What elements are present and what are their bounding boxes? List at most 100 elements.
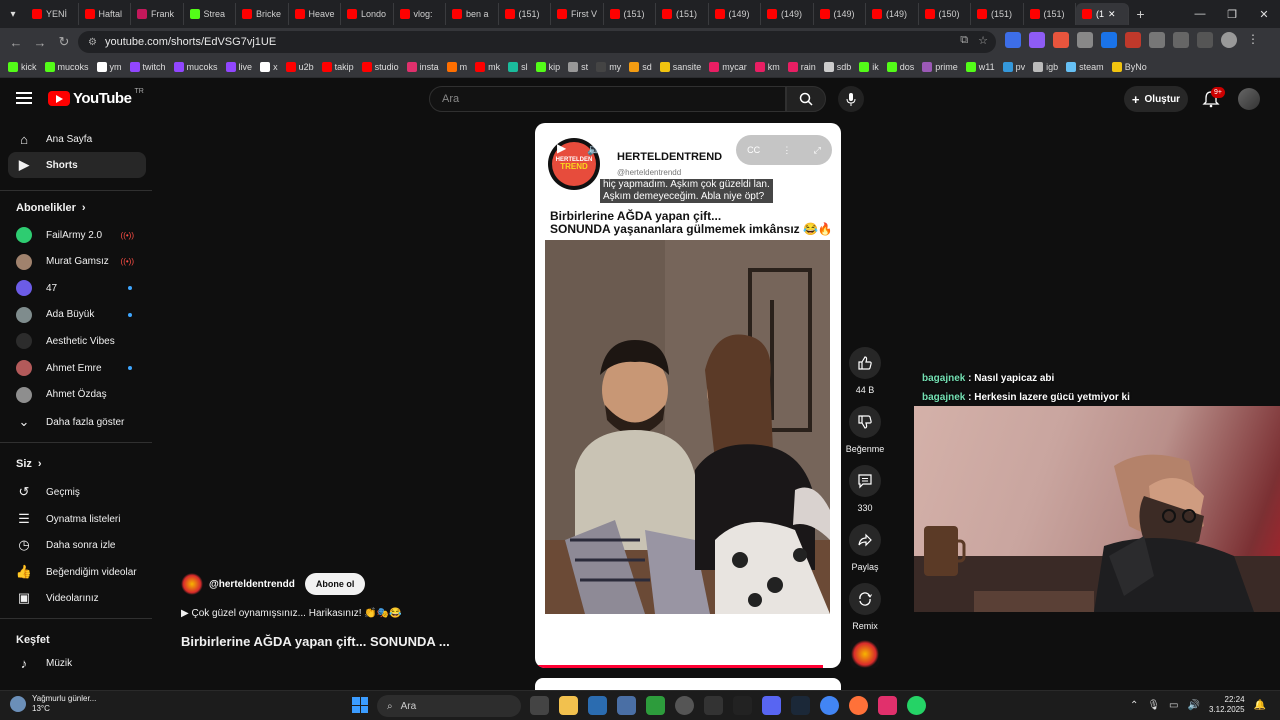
site-info-icon[interactable]: ⚙	[88, 37, 97, 48]
browser-tab[interactable]: (1 ✕	[1076, 3, 1129, 25]
tab-search-button[interactable]: ▾	[0, 0, 26, 28]
bookmark-item[interactable]: insta	[406, 61, 439, 72]
dislike-button[interactable]	[849, 406, 881, 438]
browser-tab[interactable]: (151)	[971, 3, 1024, 25]
bookmark-item[interactable]: rain	[787, 61, 816, 72]
sidebar-item-subscription[interactable]: Ada Büyük	[8, 302, 146, 328]
browser-tab[interactable]: (149)	[709, 3, 761, 25]
bookmark-item[interactable]: ByNo	[1111, 61, 1147, 72]
comments-button[interactable]	[849, 465, 881, 497]
minimize-button[interactable]: —	[1184, 0, 1216, 28]
bookmark-item[interactable]: x	[260, 61, 278, 72]
subscribe-button[interactable]: Abone ol	[304, 573, 366, 595]
forward-button[interactable]: →	[28, 30, 52, 54]
remix-button[interactable]	[849, 583, 881, 615]
short-title[interactable]: Birbirlerine AĞDA yapan çift... SONUNDA …	[181, 634, 450, 649]
fullscreen-icon[interactable]: ⤢	[814, 145, 821, 156]
browser-tab[interactable]: Heave	[289, 3, 341, 25]
like-button[interactable]	[849, 347, 881, 379]
settings-icon[interactable]	[617, 696, 636, 715]
volume-icon[interactable]: 🔊	[1188, 700, 1200, 711]
sidebar-item-subscription[interactable]: Murat Gamsız ((•))	[8, 249, 146, 275]
extension-icon[interactable]	[1005, 32, 1021, 48]
audio-source-thumbnail[interactable]	[851, 640, 879, 668]
chevron-up-icon[interactable]: ⌃	[1130, 700, 1138, 711]
notification-center-icon[interactable]: 🔔	[1254, 700, 1266, 711]
file-explorer-icon[interactable]	[559, 696, 578, 715]
reload-button[interactable]: ↻	[52, 30, 76, 54]
channel-handle[interactable]: @herteldentrendd	[209, 579, 295, 590]
sidebar-item-watch-later[interactable]: ◷ Daha sonra izle	[8, 532, 146, 558]
browser-tab[interactable]: Bricke	[236, 3, 289, 25]
windows-start-icon[interactable]	[352, 697, 368, 713]
extensions-puzzle-icon[interactable]	[1173, 32, 1189, 48]
bookmark-item[interactable]: kip	[535, 61, 560, 72]
bookmark-item[interactable]: mucoks	[44, 61, 89, 72]
shorts-player[interactable]: HERTELDEN TREND ▶ 🔈 HERTELDENTREND @hert…	[535, 123, 841, 668]
play-icon[interactable]: ▶	[557, 141, 566, 155]
sidebar-item-subscription[interactable]: Ahmet Emre	[8, 355, 146, 381]
sidebar-item-shorts[interactable]: ▶ Shorts	[8, 152, 146, 178]
short-description[interactable]: ▶ Çok güzel oynamışsınız... Harikasınız!…	[181, 608, 402, 619]
bookmark-star-icon[interactable]: ☆	[978, 34, 988, 47]
browser-tab[interactable]: Strea	[184, 3, 236, 25]
instagram-icon[interactable]	[878, 696, 897, 715]
browser-tab[interactable]: (151)	[604, 3, 656, 25]
sidebar-item-your-videos[interactable]: ▣ Videolarınız	[8, 585, 146, 611]
extension-icon[interactable]	[1077, 32, 1093, 48]
install-app-icon[interactable]: ⧉	[960, 34, 968, 47]
browser-tab[interactable]: (149)	[761, 3, 814, 25]
sidebar-item-subscription[interactable]: Ahmet Özdaş	[8, 382, 146, 408]
more-options-icon[interactable]: ⋮	[782, 145, 791, 156]
bookmark-item[interactable]: mk	[475, 61, 500, 72]
bookmark-item[interactable]: m	[446, 61, 467, 72]
bookmark-item[interactable]: twitch	[129, 61, 166, 72]
bookmark-item[interactable]: kick	[8, 61, 37, 72]
captions-icon[interactable]: CC	[747, 145, 760, 155]
task-view-icon[interactable]	[530, 696, 549, 715]
menu-icon[interactable]	[16, 92, 32, 104]
network-icon[interactable]: ▭	[1169, 700, 1178, 711]
bookmark-item[interactable]: w11	[965, 61, 995, 72]
bookmark-item[interactable]: pv	[1002, 61, 1025, 72]
bookmark-item[interactable]: steam	[1066, 61, 1104, 72]
app-icon[interactable]	[733, 696, 752, 715]
extension-icon[interactable]	[1053, 32, 1069, 48]
profile-icon[interactable]	[1221, 32, 1237, 48]
subscriptions-header[interactable]: Abonelikler ›	[16, 202, 86, 214]
bookmark-item[interactable]: km	[754, 61, 780, 72]
sidebar-item-music[interactable]: ♪ Müzik	[8, 650, 146, 676]
voice-search-button[interactable]	[838, 86, 864, 112]
youtube-logo[interactable]: YouTube TR	[48, 88, 144, 107]
app-icon[interactable]	[646, 696, 665, 715]
taskbar-search[interactable]: ⌕ Ara	[377, 695, 521, 717]
extension-icon[interactable]	[1149, 32, 1165, 48]
steam-icon[interactable]	[791, 696, 810, 715]
close-window-button[interactable]: ✕	[1248, 0, 1280, 28]
browser-tab[interactable]: (150)	[919, 3, 971, 25]
sidebar-item-liked-videos[interactable]: 👍 Beğendiğim videolar	[8, 559, 146, 585]
playback-progress-bar[interactable]	[535, 665, 823, 668]
sidebar-item-playlists[interactable]: ☰ Oynatma listeleri	[8, 506, 146, 532]
bookmark-item[interactable]: sansite	[659, 61, 701, 72]
sidebar-item-subscription[interactable]: FailArmy 2.0 ((•))	[8, 222, 146, 248]
app-icon[interactable]	[704, 696, 723, 715]
sidebar-item-home[interactable]: ⌂ Ana Sayfa	[8, 126, 146, 152]
bookmark-item[interactable]: takip	[321, 61, 354, 72]
bookmark-item[interactable]: igb	[1033, 61, 1058, 72]
clock[interactable]: 22:24 3.12.2025	[1209, 695, 1245, 715]
browser-tab[interactable]: (151)	[656, 3, 709, 25]
media-control-icon[interactable]	[1197, 32, 1213, 48]
bookmark-item[interactable]: mycar	[709, 61, 747, 72]
browser-tab[interactable]: Londo	[341, 3, 394, 25]
browser-tab[interactable]: YENİ	[26, 3, 79, 25]
bookmark-item[interactable]: studio	[361, 61, 399, 72]
extension-icon[interactable]	[1029, 32, 1045, 48]
create-button[interactable]: + Oluştur	[1124, 86, 1188, 112]
maximize-button[interactable]: ❐	[1216, 0, 1248, 28]
browser-tab[interactable]: Haftal	[79, 3, 131, 25]
browser-menu-icon[interactable]: ⋮	[1245, 32, 1261, 48]
bookmark-item[interactable]: u2b	[285, 61, 314, 72]
extension-icon[interactable]	[1125, 32, 1141, 48]
weather-widget[interactable]: Yağmurlu günler... 13°C	[10, 694, 96, 714]
